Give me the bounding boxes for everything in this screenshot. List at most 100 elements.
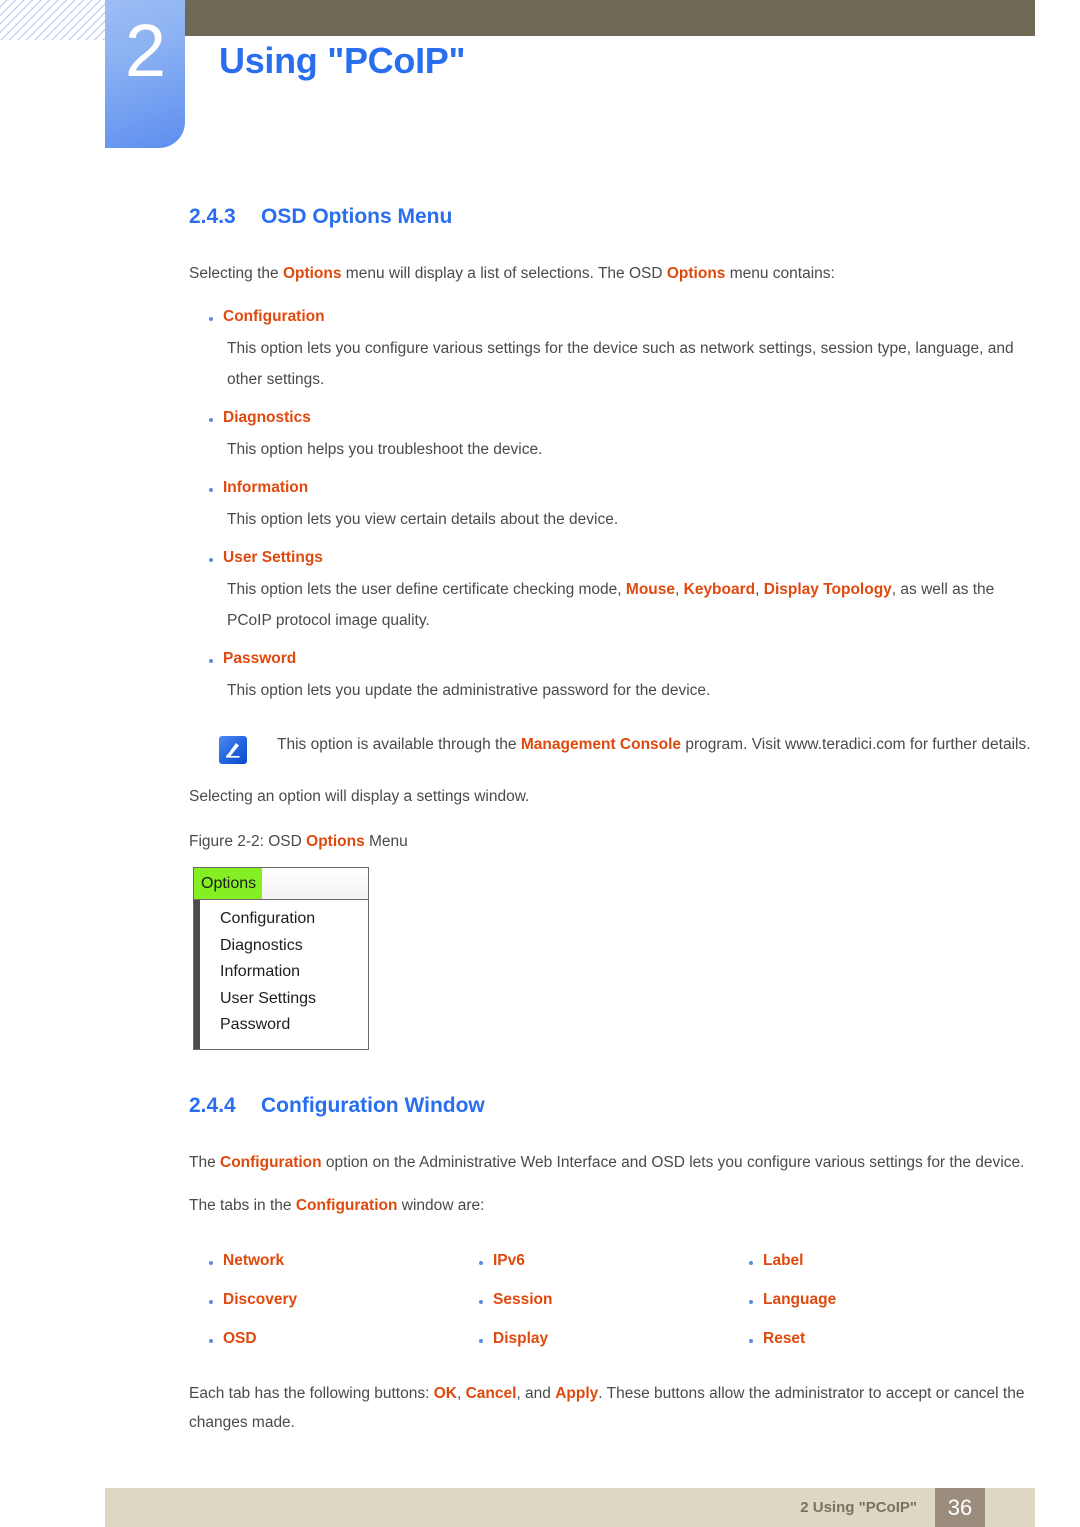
tab-column-1: Network Discovery OSD [189,1246,459,1363]
intro-paragraph: Selecting the Options menu will display … [189,259,1035,288]
note-post: program. Visit www.teradici.com for furt… [681,736,1031,753]
list-item: Label [729,1246,999,1276]
tab-label-network[interactable]: Network [223,1246,284,1276]
section-number: 2.4.3 [189,205,236,228]
para3-sep-1: , [456,1384,466,1402]
tab-label-discovery[interactable]: Discovery [223,1285,297,1315]
feature-description-information: This option lets you view certain detail… [227,511,619,528]
osd-menu-item-password[interactable]: Password [220,1012,368,1039]
intro-text-post: menu contains: [725,265,835,282]
chapter-number: 2 [124,9,166,92]
list-item: OSD [189,1324,459,1354]
osd-menu-item-information[interactable]: Information [220,959,368,986]
para2-post: window are: [397,1196,485,1214]
para2-pre: The tabs in the [189,1196,296,1214]
list-item: Language [729,1285,999,1315]
keyword-ok: OK [433,1384,457,1402]
tab-label-label[interactable]: Label [763,1246,803,1276]
tab-label-osd[interactable]: OSD [223,1324,257,1354]
figure-caption: Figure 2-2: OSD Options Menu [189,833,1035,851]
keyword-options-1: Options [282,265,342,282]
bullet-dot-icon [189,1300,223,1304]
osd-menu-item-user-settings[interactable]: User Settings [220,986,368,1013]
bullet-dot-icon [189,488,223,492]
feature-description-configuration: This option lets you configure various s… [227,340,1014,388]
keyword-cancel: Cancel [465,1384,517,1402]
keyword-configuration-1: Configuration [220,1153,322,1171]
osd-menu-item-configuration[interactable]: Configuration [220,906,368,933]
tab-label-display[interactable]: Display [493,1324,548,1354]
osd-tab-bar: Options [194,868,368,900]
feature-label-information: Information [223,479,309,496]
list-item: Password This option lets you update the… [189,644,1035,706]
list-item: IPv6 [459,1246,729,1276]
section-title: OSD Options Menu [261,205,453,228]
configuration-tabs-grid: Network Discovery OSD IPv6 Session Displ… [189,1246,1035,1363]
bullet-dot-icon [729,1261,763,1265]
bullet-dot-icon [459,1339,493,1343]
bullet-dot-icon [189,317,223,321]
chapter-title: Using "PCoIP" [219,40,466,81]
para1-pre: The [189,1153,221,1171]
section-heading-osd-options: 2.4.3 OSD Options Menu [189,205,1035,229]
intro-text-mid: menu will display a list of selections. … [341,265,667,282]
list-item: User Settings This option lets the user … [189,543,1035,636]
desc-pre: This option lets the user define certifi… [227,581,626,598]
osd-menu-body: Configuration Diagnostics Information Us… [194,900,368,1049]
osd-tab-options[interactable]: Options [194,868,263,899]
osd-menu-item-diagnostics[interactable]: Diagnostics [220,933,368,960]
list-item: Reset [729,1324,999,1354]
page-footer: 2 Using "PCoIP" 36 [105,1488,1035,1527]
osd-options-feature-list: Configuration This option lets you confi… [189,302,1035,706]
tab-column-3: Label Language Reset [729,1246,999,1363]
section-number: 2.4.4 [189,1093,236,1117]
figure-caption-post: Menu [364,833,408,850]
bullet-dot-icon [459,1261,493,1265]
osd-options-menu-figure: Options Configuration Diagnostics Inform… [193,867,369,1050]
tab-label-language[interactable]: Language [763,1285,836,1315]
bullet-dot-icon [189,659,223,663]
section-title: Configuration Window [261,1093,485,1117]
list-item: Discovery [189,1285,459,1315]
header-bar [185,0,1035,36]
keyword-display-topology: Display Topology [763,581,892,598]
intro-text-pre: Selecting the [189,265,283,282]
list-item: Display [459,1324,729,1354]
keyword-apply: Apply [555,1384,599,1402]
para3-sep-2: , and [516,1384,556,1402]
keyword-options-caption: Options [306,833,365,850]
figure-caption-pre: Figure 2-2: OSD [189,833,307,850]
keyword-configuration-2: Configuration [295,1196,398,1214]
tab-label-ipv6[interactable]: IPv6 [493,1246,525,1276]
feature-label-configuration: Configuration [223,308,325,325]
tab-label-session[interactable]: Session [493,1285,552,1315]
feature-description-user-settings: This option lets the user define certifi… [227,574,1035,636]
desc-sep-1: , [675,581,684,598]
list-item: Information This option lets you view ce… [189,473,1035,535]
bullet-dot-icon [189,1339,223,1343]
note-pen-icon [219,736,247,764]
corner-hatch-decoration [0,0,112,40]
bullet-dot-icon [189,418,223,422]
list-item: Network [189,1246,459,1276]
page-content: 2.4.3 OSD Options Menu Selecting the Opt… [189,205,1035,1451]
config-paragraph-3: Each tab has the following buttons: OK , … [189,1379,1035,1437]
para1-post: option on the Administrative Web Interfa… [321,1153,1025,1171]
section-heading-configuration-window: 2.4.4 Configuration Window [189,1094,1035,1118]
feature-description-password: This option lets you update the administ… [227,682,711,699]
bullet-dot-icon [189,558,223,562]
list-item: Diagnostics This option helps you troubl… [189,403,1035,465]
desc-sep-2: , [755,581,764,598]
keyword-options-2: Options [666,265,726,282]
footer-chapter-label: 2 Using "PCoIP" [800,1499,917,1516]
feature-label-user-settings: User Settings [223,549,323,566]
after-note-paragraph: Selecting an option will display a setti… [189,788,530,805]
config-paragraph-1: The Configuration option on the Administ… [189,1148,1035,1177]
tab-label-reset[interactable]: Reset [763,1324,805,1354]
feature-label-diagnostics: Diagnostics [223,409,311,426]
config-paragraph-2: The tabs in the Configuration window are… [189,1191,1035,1220]
keyword-mouse: Mouse [625,581,675,598]
keyword-management-console: Management Console [520,736,682,753]
note-pre: This option is available through the [277,736,521,753]
bullet-dot-icon [189,1261,223,1265]
